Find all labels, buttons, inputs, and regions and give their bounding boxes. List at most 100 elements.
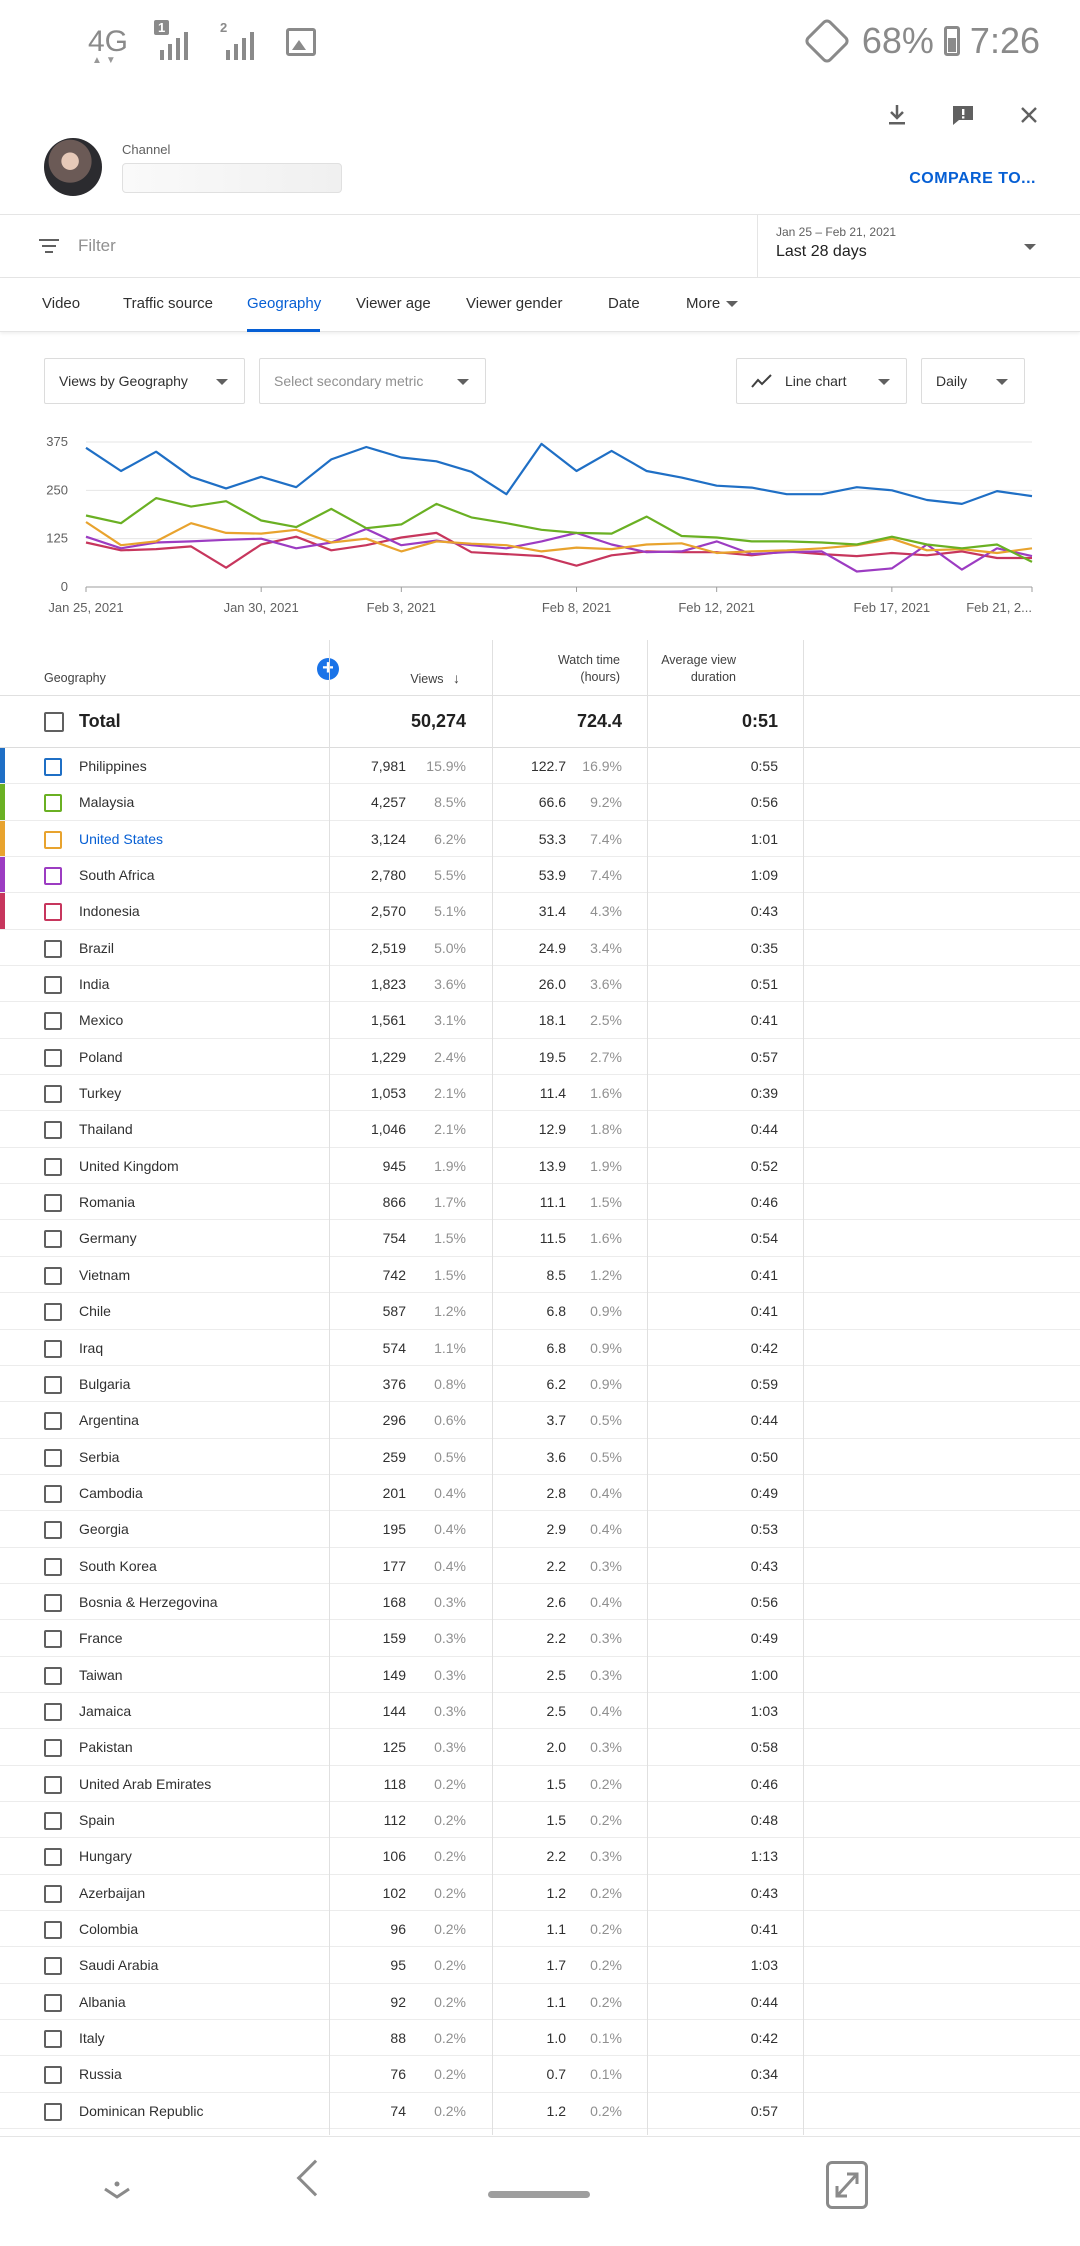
row-checkbox[interactable] [44, 1375, 62, 1394]
row-checkbox[interactable] [44, 1848, 62, 1867]
tab-more[interactable]: More [686, 295, 739, 312]
x-tick-label: Feb 17, 2021 [854, 600, 931, 615]
cell-views-percent: 0.2% [434, 2030, 466, 2047]
compare-to-button[interactable]: COMPARE TO... [909, 170, 1036, 188]
hide-keyboard-icon[interactable] [102, 2181, 132, 2201]
cell-watch-time: 2.2 [546, 1630, 566, 1647]
row-name: Romania [79, 1194, 136, 1211]
row-checkbox[interactable] [44, 1448, 62, 1467]
row-checkbox[interactable] [44, 1121, 62, 1140]
row-checkbox[interactable] [44, 1303, 62, 1322]
line-chart-icon [751, 374, 772, 388]
row-checkbox[interactable] [44, 1266, 62, 1285]
date-range-selector[interactable]: Jan 25 – Feb 21, 2021 Last 28 days [757, 215, 1080, 277]
row-checkbox[interactable] [44, 1702, 62, 1721]
row-checkbox[interactable] [44, 830, 62, 849]
channel-avatar [44, 138, 102, 196]
header-avd[interactable]: Average view duration [661, 652, 736, 686]
row-checkbox[interactable] [44, 1230, 62, 1249]
close-icon[interactable] [1014, 100, 1044, 130]
cell-watch-time: 19.5 [538, 1048, 566, 1065]
cell-watch-time: 6.2 [546, 1375, 566, 1392]
cell-avd: 0:41 [750, 1303, 778, 1320]
table-row: Thailand 1,046 2.1% 12.9 1.8% 0:44 [0, 1111, 1080, 1148]
back-icon[interactable] [296, 2159, 334, 2197]
row-checkbox[interactable] [44, 1739, 62, 1758]
checkbox-total[interactable] [44, 712, 64, 732]
row-checkbox[interactable] [44, 2102, 62, 2121]
row-checkbox[interactable] [44, 1993, 62, 2012]
cell-views-percent: 8.5% [434, 794, 466, 811]
cell-views: 2,570 [370, 903, 406, 920]
home-handle[interactable] [488, 2191, 590, 2198]
cell-watch-time: 53.9 [538, 867, 566, 884]
row-checkbox[interactable] [44, 2066, 62, 2085]
row-checkbox[interactable] [44, 1957, 62, 1976]
cell-watch-time-percent: 0.5% [590, 1448, 622, 1465]
row-checkbox[interactable] [44, 758, 62, 776]
row-checkbox[interactable] [44, 1666, 62, 1685]
row-checkbox[interactable] [44, 1194, 62, 1213]
tab-traffic-source[interactable]: Traffic source [123, 295, 213, 312]
cell-views: 95 [390, 1957, 406, 1974]
y-tick-label: 375 [46, 434, 68, 449]
table-row: South Korea 177 0.4% 2.2 0.3% 0:43 [0, 1548, 1080, 1584]
cell-avd: 0:34 [750, 2066, 778, 2083]
tab-viewer-gender[interactable]: Viewer gender [466, 295, 562, 312]
tab-date[interactable]: Date [608, 295, 640, 312]
battery-icon [943, 26, 960, 56]
row-checkbox[interactable] [44, 976, 62, 995]
feedback-icon[interactable] [948, 100, 978, 130]
cell-avd: 1:03 [750, 1702, 778, 1719]
row-checkbox[interactable] [44, 1775, 62, 1794]
row-name[interactable]: United States [79, 831, 163, 847]
row-checkbox[interactable] [44, 1593, 62, 1612]
row-name: Azerbaijan [79, 1884, 146, 1901]
add-metric-button[interactable]: + [317, 658, 339, 680]
row-checkbox[interactable] [44, 1339, 62, 1358]
divider [803, 640, 804, 2135]
secondary-metric-dropdown[interactable]: Select secondary metric [259, 358, 486, 404]
row-checkbox[interactable] [44, 1557, 62, 1576]
header-views-label: Views [410, 672, 444, 686]
network-type-label: 4G [88, 25, 129, 58]
cell-watch-time: 1.2 [546, 1884, 566, 1901]
primary-metric-dropdown[interactable]: Views by Geography [44, 358, 245, 404]
row-checkbox[interactable] [44, 1630, 62, 1649]
row-checkbox[interactable] [44, 1921, 62, 1939]
download-icon[interactable] [882, 100, 912, 130]
channel-name-redacted [122, 162, 342, 193]
row-checkbox[interactable] [44, 1048, 62, 1067]
row-checkbox[interactable] [44, 794, 62, 813]
divider [329, 640, 330, 2135]
row-checkbox[interactable] [44, 1521, 62, 1540]
cell-views-percent: 2.4% [434, 1048, 466, 1065]
row-checkbox[interactable] [44, 1884, 62, 1903]
row-checkbox[interactable] [44, 2030, 62, 2049]
tab-viewer-age[interactable]: Viewer age [356, 295, 431, 312]
cell-avd: 0:56 [750, 794, 778, 811]
resize-icon[interactable] [826, 2161, 868, 2209]
header-views[interactable]: Views ↓ [410, 670, 460, 688]
cell-views: 102 [382, 1884, 406, 1901]
row-checkbox[interactable] [44, 1484, 62, 1503]
granularity-dropdown[interactable]: Daily [921, 358, 1025, 404]
x-tick-label: Jan 25, 2021 [48, 600, 123, 615]
row-checkbox[interactable] [44, 867, 62, 886]
row-checkbox[interactable] [44, 1412, 62, 1431]
filter-icon[interactable] [38, 239, 60, 257]
chart-type-dropdown[interactable]: Line chart [736, 358, 907, 404]
cell-watch-time-percent: 16.9% [582, 758, 622, 774]
row-checkbox[interactable] [44, 1157, 62, 1176]
row-checkbox[interactable] [44, 1085, 62, 1104]
tab-video[interactable]: Video [42, 295, 80, 312]
filter-input[interactable]: Filter [78, 236, 116, 256]
tab-geography[interactable]: Geography [247, 295, 321, 312]
row-checkbox[interactable] [44, 1012, 62, 1031]
row-checkbox[interactable] [44, 903, 62, 922]
channel-selector[interactable]: Channel [44, 138, 342, 196]
cell-views: 2,780 [370, 867, 406, 884]
row-checkbox[interactable] [44, 1811, 62, 1830]
header-watch-time[interactable]: Watch time (hours) [558, 652, 620, 686]
row-checkbox[interactable] [44, 939, 62, 958]
